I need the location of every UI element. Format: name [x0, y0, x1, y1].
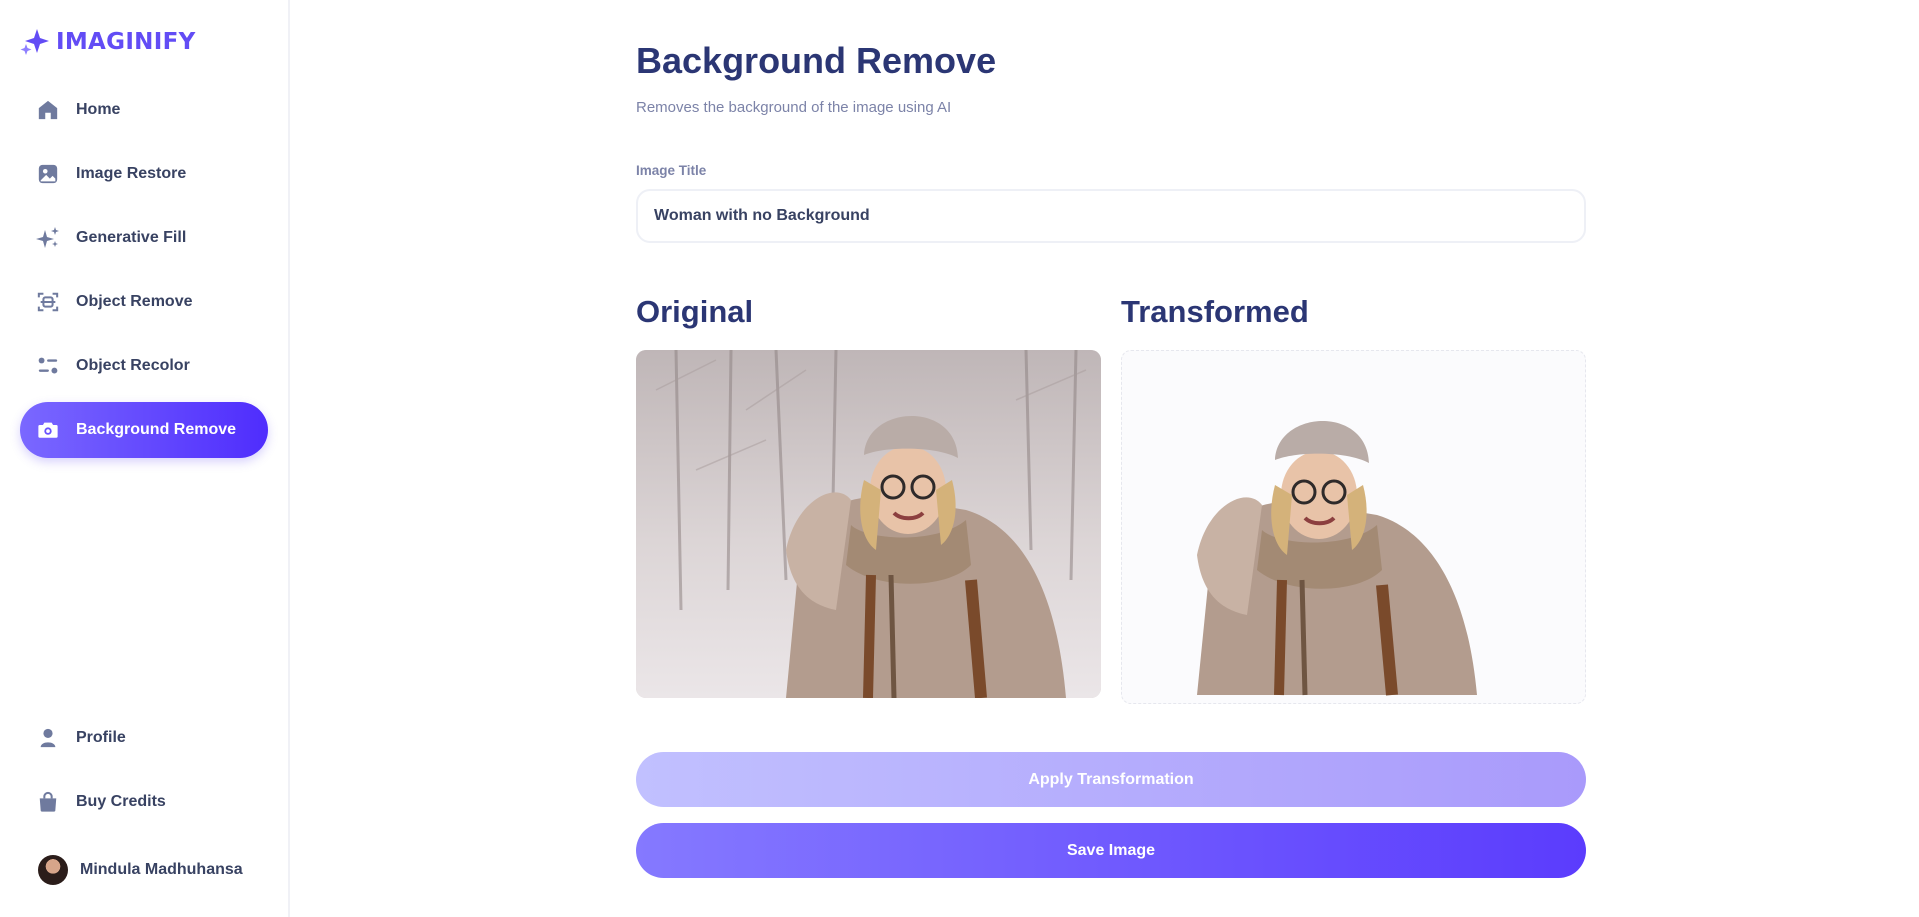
page-subtitle: Removes the background of the image usin…	[636, 99, 952, 116]
sidebar-item-profile[interactable]: Profile	[20, 710, 268, 766]
camera-icon	[36, 418, 60, 442]
user-name: Mindula Madhuhansa	[80, 861, 243, 878]
apply-transformation-button[interactable]: Apply Transformation	[636, 752, 1586, 807]
sidebar-bottom-nav: Profile Buy Credits	[20, 710, 268, 838]
save-image-button[interactable]: Save Image	[636, 823, 1586, 878]
original-image[interactable]	[636, 350, 1101, 698]
original-heading: Original	[636, 294, 754, 329]
image-icon	[36, 162, 60, 186]
sidebar-item-object-remove[interactable]: Object Remove	[20, 274, 268, 330]
sidebar-item-home[interactable]: Home	[20, 82, 268, 138]
bag-icon	[36, 790, 60, 814]
sidebar-nav: Home Image Restore Generative Fill Objec…	[20, 82, 268, 466]
image-title-label: Image Title	[636, 163, 707, 178]
sidebar-item-label: Buy Credits	[76, 793, 166, 810]
stars-icon	[36, 226, 60, 250]
sidebar-item-image-restore[interactable]: Image Restore	[20, 146, 268, 202]
page-title: Background Remove	[636, 40, 997, 81]
avatar	[38, 855, 68, 885]
sidebar-item-generative-fill[interactable]: Generative Fill	[20, 210, 268, 266]
home-icon	[36, 98, 60, 122]
sidebar-item-label: Object Remove	[76, 293, 193, 310]
sidebar-item-label: Object Recolor	[76, 357, 190, 374]
transformed-heading: Transformed	[1121, 294, 1309, 329]
sidebar: IMAGINIFY Home Image Restore Generative …	[0, 0, 290, 917]
user-icon	[36, 726, 60, 750]
sidebar-item-object-recolor[interactable]: Object Recolor	[20, 338, 268, 394]
brand-name: IMAGINIFY	[56, 29, 196, 55]
sidebar-item-label: Image Restore	[76, 165, 187, 182]
sidebar-item-label: Generative Fill	[76, 229, 187, 246]
sidebar-item-label: Profile	[76, 729, 126, 746]
sidebar-item-label: Background Remove	[76, 421, 237, 438]
sidebar-item-buy-credits[interactable]: Buy Credits	[20, 774, 268, 830]
scan-icon	[36, 290, 60, 314]
sidebar-item-background-remove[interactable]: Background Remove	[20, 402, 268, 458]
sparkle-logo-icon	[20, 27, 50, 57]
user-profile[interactable]: Mindula Madhuhansa	[38, 855, 243, 885]
filter-icon	[36, 354, 60, 378]
image-title-field-wrapper	[636, 189, 1586, 243]
image-title-input[interactable]	[638, 191, 1584, 241]
brand-logo[interactable]: IMAGINIFY	[20, 27, 196, 57]
sidebar-item-label: Home	[76, 101, 121, 118]
transformed-image[interactable]	[1121, 350, 1586, 704]
